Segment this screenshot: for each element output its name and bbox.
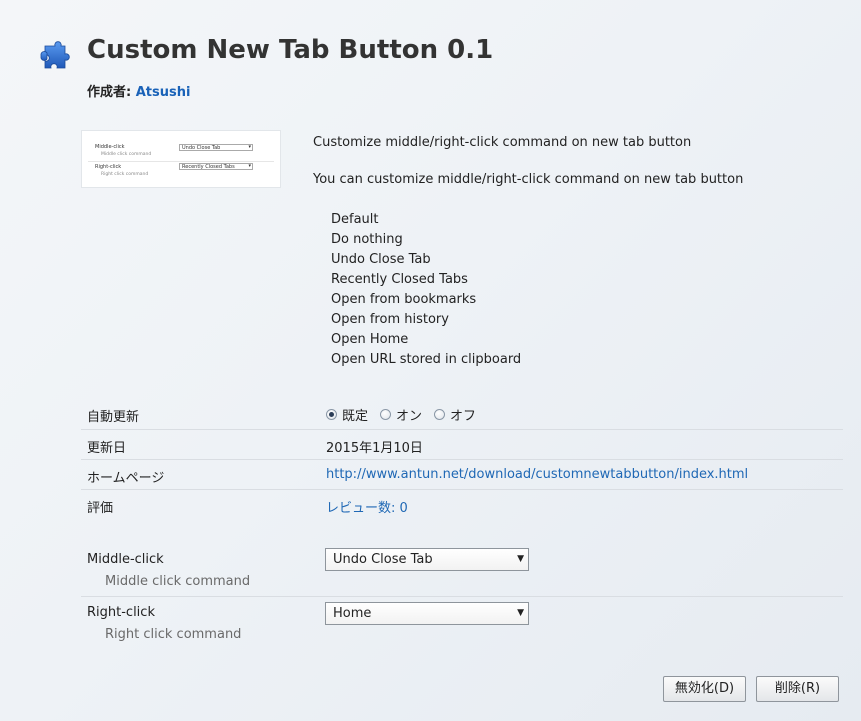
right-click-label: Right-click [87,605,155,620]
list-item: Do nothing [331,232,403,247]
addon-description: Customize middle/right-click command on … [313,133,743,370]
puzzle-piece-icon [40,41,70,69]
right-click-selected-value: Home [333,606,372,621]
thumb-row1-sub: Middle click command [101,152,152,157]
homepage-label: ホームページ [87,471,165,486]
radio-checked-icon[interactable] [326,409,337,420]
remove-button[interactable]: 削除(R) [756,676,839,702]
list-item: Open URL stored in clipboard [331,352,522,367]
auto-update-off-option[interactable]: オフ [434,405,476,424]
auto-update-radio-group: 既定 オン オフ [326,405,488,424]
right-click-description: Right click command [105,627,242,642]
middle-click-setting: Middle-click Middle click command Undo C… [81,545,843,597]
rating-label: 評価 [87,501,114,516]
thumb-row2-select: Recently Closed Tabs [179,163,253,170]
radio-unchecked-icon[interactable] [380,409,392,420]
thumb-row1-label: Middle-click [95,144,125,150]
homepage-link[interactable]: http://www.antun.net/download/customnewt… [326,467,748,482]
right-click-select[interactable]: Home ▼ [325,602,529,625]
auto-update-row: 自動更新 既定 オン オフ [81,399,843,429]
middle-click-label: Middle-click [87,552,164,567]
auto-update-off-label[interactable]: オフ [450,405,476,424]
author-label: 作成者: [87,85,132,100]
list-item: Undo Close Tab [331,252,431,267]
middle-click-select[interactable]: Undo Close Tab ▼ [325,548,529,571]
thumb-row1-select: Undo Close Tab [179,144,253,151]
radio-unchecked-icon[interactable] [434,409,446,420]
chevron-down-icon: ▼ [517,554,524,564]
auto-update-default-option[interactable]: 既定 [326,405,368,424]
command-option-list: Default Do nothing Undo Close Tab Recent… [331,210,743,370]
updated-label: 更新日 [87,441,127,456]
author-link[interactable]: Atsushi [136,85,191,100]
auto-update-label: 自動更新 [87,410,140,425]
list-item: Open from bookmarks [331,292,477,307]
auto-update-default-label[interactable]: 既定 [342,405,368,424]
rating-row: 評価 レビュー数: 0 [81,489,843,519]
author-line: 作成者: Atsushi [87,81,190,100]
addon-title: Custom New Tab Button 0.1 [87,35,494,65]
chevron-down-icon: ▼ [517,608,524,618]
addon-screenshot[interactable]: Middle-click Middle click command Undo C… [81,130,281,188]
list-item: Open from history [331,312,449,327]
middle-click-description: Middle click command [105,574,251,589]
description-intro: You can customize middle/right-click com… [313,172,744,187]
middle-click-selected-value: Undo Close Tab [333,552,433,567]
right-click-setting: Right-click Right click command Home ▼ [81,596,843,648]
thumb-divider [88,161,274,162]
auto-update-on-option[interactable]: オン [380,405,422,424]
auto-update-on-label[interactable]: オン [396,405,422,424]
homepage-row: ホームページ http://www.antun.net/download/cus… [81,459,843,489]
list-item: Open Home [331,332,409,347]
thumb-row2-label: Right-click [95,164,122,170]
thumb-row2-sub: Right click command [101,172,149,177]
updated-row: 更新日 2015年1月10日 [81,429,843,459]
reviews-link[interactable]: レビュー数: 0 [326,497,408,516]
updated-value: 2015年1月10日 [326,441,423,456]
description-summary: Customize middle/right-click command on … [313,135,692,150]
disable-button[interactable]: 無効化(D) [663,676,746,702]
list-item: Recently Closed Tabs [331,272,468,287]
list-item: Default [331,212,379,227]
